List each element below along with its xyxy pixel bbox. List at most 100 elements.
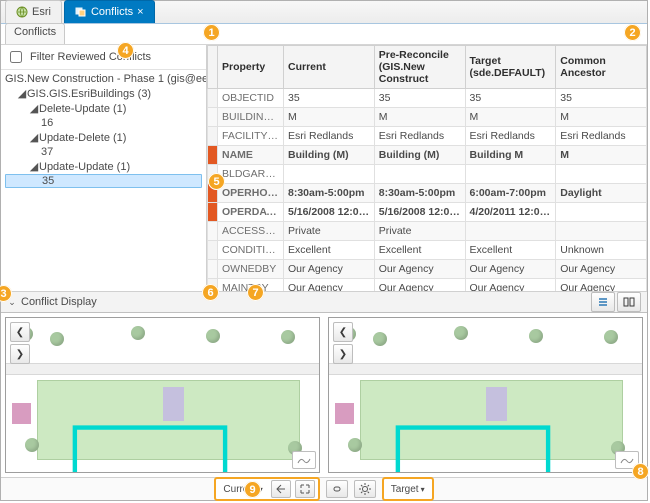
col-target[interactable]: Target (sde.DEFAULT) (465, 46, 556, 89)
callout-5: 5 (208, 173, 225, 190)
cell-property: ACCESSTYPE (218, 222, 284, 241)
conflict-flag (208, 127, 218, 146)
sun-button[interactable] (354, 480, 376, 498)
col-prereconcile[interactable]: Pre-Reconcile (GIS.New Construct (374, 46, 465, 89)
conflict-flag (208, 222, 218, 241)
conflicts-tree[interactable]: GIS.New Construction - Phase 1 (gis@eeva… (1, 70, 206, 190)
cell-current: Our Agency (284, 279, 375, 292)
table-row[interactable]: BUILDINGIDMMMM (208, 108, 647, 127)
cell-ancestor: Unknown (556, 241, 647, 260)
cell-target: M (465, 108, 556, 127)
cell-current: Building (M) (284, 146, 375, 165)
tree-update-update-label: Update-Update (1) (39, 161, 130, 173)
link-views-button[interactable] (326, 480, 348, 498)
table-row[interactable]: OWNEDBYOur AgencyOur AgencyOur AgencyOur… (208, 260, 647, 279)
cell-ancestor: M (556, 146, 647, 165)
cell-property: OBJECTID (218, 89, 284, 108)
nav-fwd-button[interactable]: ❯ (10, 344, 30, 364)
chevron-down-icon: ▾ (421, 485, 425, 494)
cell-property: CONDITION (218, 241, 284, 260)
tab-esri-label: Esri (32, 6, 51, 18)
cell-ancestor: Our Agency (556, 260, 647, 279)
tree-du-id[interactable]: 16 (5, 116, 202, 130)
cell-property: OWNEDBY (218, 260, 284, 279)
caret-icon: ◢ (29, 160, 39, 173)
tree-update-update[interactable]: ◢Update-Update (1) (5, 159, 202, 174)
cell-ancestor (556, 165, 647, 184)
subtab-conflicts[interactable]: Conflicts (5, 23, 65, 44)
caret-icon: ◢ (29, 131, 39, 144)
table-row[interactable]: OPERHOURS8:30am-5:00pm8:30am-5:00pm6:00a… (208, 184, 647, 203)
cell-target: 35 (465, 89, 556, 108)
col-current[interactable]: Current (284, 46, 375, 89)
table-row[interactable]: CONDITIONExcellentExcellentExcellentUnkn… (208, 241, 647, 260)
tree-du-id-label: 16 (41, 117, 53, 129)
tree-layer-label: GIS.GIS.EsriBuildings (3) (27, 88, 151, 100)
tab-esri[interactable]: Esri (5, 0, 62, 23)
cell-property: NAME (218, 146, 284, 165)
tree-ud-id[interactable]: 37 (5, 145, 202, 159)
conflict-flag (208, 108, 218, 127)
table-row[interactable]: MAINTBYOur AgencyOur AgencyOur AgencyOur… (208, 279, 647, 292)
subtab-conflicts-label: Conflicts (14, 26, 56, 38)
conflicts-icon (75, 6, 87, 18)
tree-delete-update-label: Delete-Update (1) (39, 103, 126, 115)
col-property[interactable]: Property (218, 46, 284, 89)
attribute-grid: Property Current Pre-Reconcile (GIS.New … (207, 45, 647, 291)
cell-prereconcile: 5/16/2008 12:00:00 AM (374, 203, 465, 222)
target-dropdown[interactable]: Target ▾ (387, 483, 429, 496)
nav-back-button[interactable]: ❮ (10, 322, 30, 342)
cell-current: 8:30am-5:00pm (284, 184, 375, 203)
cell-target: Esri Redlands (465, 127, 556, 146)
side-by-side-button[interactable] (617, 292, 641, 312)
caret-icon: ◢ (17, 87, 27, 100)
table-row[interactable]: OPERDATE5/16/2008 12:00:00 AM5/16/2008 1… (208, 203, 647, 222)
tree-delete-update[interactable]: ◢Delete-Update (1) (5, 101, 202, 116)
callout-7: 7 (247, 284, 264, 301)
zoom-full-button[interactable] (295, 480, 315, 498)
zoom-out-button[interactable] (271, 480, 291, 498)
tree-update-delete[interactable]: ◢Update-Delete (1) (5, 130, 202, 145)
tree-uu-id[interactable]: 35 (5, 174, 202, 188)
cell-ancestor: 35 (556, 89, 647, 108)
cell-current: Our Agency (284, 260, 375, 279)
tree-layer[interactable]: ◢GIS.GIS.EsriBuildings (3) (5, 86, 202, 101)
tab-conflicts[interactable]: Conflicts × (64, 0, 155, 23)
nav-fwd-button[interactable]: ❯ (333, 344, 353, 364)
table-row[interactable]: BLDGAREA (208, 165, 647, 184)
attribute-grid-pane[interactable]: Property Current Pre-Reconcile (GIS.New … (207, 45, 647, 291)
cell-ancestor: M (556, 108, 647, 127)
col-ancestor[interactable]: Common Ancestor (556, 46, 647, 89)
conflict-flag (208, 146, 218, 165)
table-row[interactable]: FACILITYKEYEsri RedlandsEsri RedlandsEsr… (208, 127, 647, 146)
conflict-display-title: Conflict Display (21, 296, 97, 308)
callout-1: 1 (203, 24, 220, 41)
sub-tabbar: Conflicts (1, 24, 647, 45)
basemap-label-icon[interactable] (292, 451, 316, 469)
filter-reviewed-checkbox[interactable] (10, 51, 22, 63)
table-row[interactable]: NAMEBuilding (M)Building (M)Building MM (208, 146, 647, 165)
conflicts-tree-pane: Filter Reviewed Conflicts GIS.New Constr… (1, 45, 207, 291)
map-left[interactable]: ❮ ❯ (5, 317, 320, 473)
list-view-button[interactable] (591, 292, 615, 312)
nav-back-button[interactable]: ❮ (333, 322, 353, 342)
close-icon[interactable]: × (137, 7, 143, 18)
callout-8: 8 (632, 463, 649, 480)
conflict-flag (208, 89, 218, 108)
cell-property: BUILDINGID (218, 108, 284, 127)
cell-prereconcile: Our Agency (374, 279, 465, 292)
cell-ancestor (556, 222, 647, 241)
cell-prereconcile: Private (374, 222, 465, 241)
tree-update-delete-label: Update-Delete (1) (39, 132, 126, 144)
table-row[interactable]: ACCESSTYPEPrivatePrivate (208, 222, 647, 241)
map-right[interactable]: ❮ ❯ (328, 317, 643, 473)
cell-target (465, 222, 556, 241)
cell-ancestor: Esri Redlands (556, 127, 647, 146)
tree-root[interactable]: GIS.New Construction - Phase 1 (gis@eeva… (5, 72, 202, 86)
cell-property: FACILITYKEY (218, 127, 284, 146)
cell-target: Our Agency (465, 279, 556, 292)
col-marker[interactable] (208, 46, 218, 89)
callout-9: 9 (244, 481, 261, 498)
table-row[interactable]: OBJECTID35353535 (208, 89, 647, 108)
callout-2: 2 (624, 24, 641, 41)
